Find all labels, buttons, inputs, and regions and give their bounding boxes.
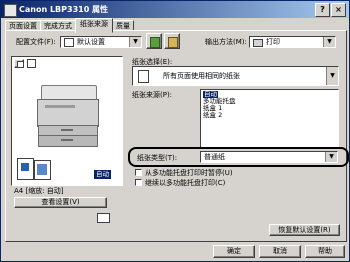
auto-badge: 自动 (94, 170, 111, 179)
printer-preview: 自动 (11, 56, 123, 186)
add-profile-icon (150, 37, 160, 48)
page-preview-icon (17, 158, 34, 180)
pause-mp-tray-checkbox[interactable] (135, 169, 142, 176)
output-select[interactable]: 打印 ▼ (249, 36, 336, 48)
view-settings-button[interactable]: 查看设置(V) (14, 197, 107, 208)
edit-profile-button[interactable] (164, 33, 180, 49)
pages-icon (138, 70, 149, 83)
continue-mp-tray-checkbox[interactable] (135, 179, 142, 186)
page-layout-content-icon (37, 164, 47, 175)
restore-defaults-button[interactable]: 恢复默认设置(R) (269, 224, 340, 236)
document-icon (64, 38, 74, 47)
page-content-icon (21, 163, 29, 171)
page-icon (17, 61, 24, 68)
chevron-down-icon: ▼ (323, 37, 335, 47)
preview-status: A4 [缩放: 自动] (14, 187, 64, 195)
chevron-down-icon: ▼ (326, 67, 338, 85)
paper-source-list[interactable]: 自动 多功能托盘 纸盒 1 纸盒 2 (200, 89, 339, 149)
help-button[interactable]: 帮助 (305, 245, 345, 258)
grid-icon (27, 59, 36, 68)
chevron-down-icon: ▼ (129, 37, 141, 47)
paper-selection-value: 所有页面使用相同的纸张 (163, 72, 240, 80)
tab-panel: 配置文件(F): 默认设置 ▼ 输出方法(M): 打印 ▼ 自动 A4 [缩放:… (5, 30, 349, 242)
paper-type-value: 普通纸 (204, 153, 225, 161)
paper-type-label: 纸张类型(T): (137, 154, 178, 162)
profile-select[interactable]: 默认设置 ▼ (60, 36, 142, 48)
printer-properties-window: Canon LBP3310 属性 ? × 页面设置 完成方式 纸张来源 质量 配… (0, 0, 350, 262)
printer-status-icon[interactable] (97, 213, 110, 223)
pause-mp-tray-label: 从多功能托盘打印时暂停(U) (145, 169, 233, 177)
add-profile-button[interactable] (146, 33, 162, 49)
printer-icon (4, 4, 17, 17)
list-item[interactable]: 纸盒 2 (203, 112, 222, 119)
window-title: Canon LBP3310 属性 (19, 5, 109, 14)
paper-type-select[interactable]: 普通纸 ▼ (200, 151, 338, 163)
printer-icon (253, 39, 263, 47)
paper-selection-select[interactable]: 所有页面使用相同的纸张 ▼ (132, 66, 339, 86)
close-button[interactable]: × (331, 3, 346, 17)
cancel-button[interactable]: 取消 (259, 245, 301, 258)
output-label: 输出方法(M): (205, 38, 247, 46)
printer-illustration (37, 85, 99, 151)
profile-value: 默认设置 (77, 38, 105, 46)
edit-profile-icon (168, 37, 178, 48)
continue-mp-tray-label: 继续以多功能托盘打印(C) (145, 179, 226, 187)
output-value: 打印 (266, 38, 280, 46)
help-title-button[interactable]: ? (315, 3, 330, 17)
paper-source-label: 纸张来源(P): (132, 91, 173, 99)
preview-toggle-button[interactable] (14, 59, 24, 68)
title-bar: Canon LBP3310 属性 ? × (1, 1, 349, 18)
profile-label: 配置文件(F): (16, 38, 56, 46)
page-layout-icon (34, 160, 51, 180)
chevron-down-icon: ▼ (325, 152, 337, 162)
ok-button[interactable]: 确定 (213, 245, 255, 258)
tab-paper-source[interactable]: 纸张来源 (75, 18, 113, 33)
